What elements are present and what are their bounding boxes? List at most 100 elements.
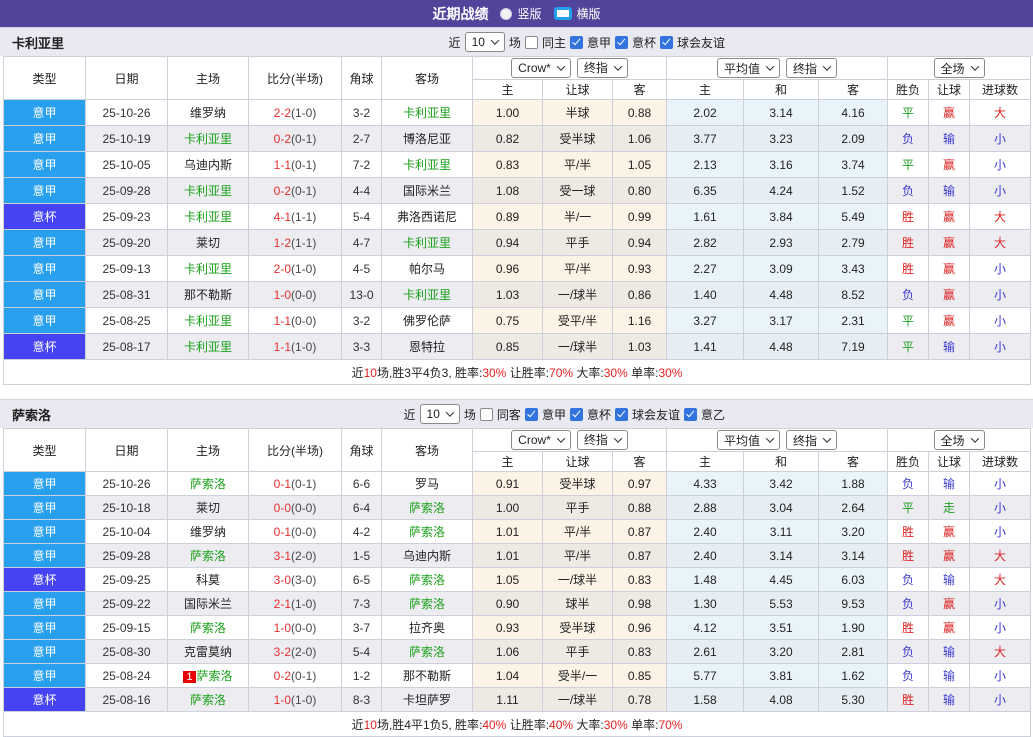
same-side-checkbox[interactable] (480, 408, 493, 421)
avg-source-select[interactable]: 平均值 (717, 58, 780, 78)
home-team-name[interactable]: 卡利亚里 (184, 184, 232, 198)
home-team-name[interactable]: 克雷莫纳 (184, 645, 232, 659)
avg-source-select[interactable]: 平均值 (717, 430, 780, 450)
avg-home: 1.30 (667, 592, 744, 616)
away-team-name[interactable]: 博洛尼亚 (403, 132, 451, 146)
home-team-name[interactable]: 维罗纳 (190, 525, 226, 539)
corner-score: 3-2 (342, 308, 382, 334)
summary-part: 近 (352, 718, 364, 732)
away-team-name[interactable]: 萨索洛 (409, 573, 445, 587)
away-team-name[interactable]: 罗马 (415, 477, 439, 491)
layout-radio-horizontal[interactable]: 横版 (554, 5, 601, 22)
avg-source-select-value: 平均值 (724, 60, 760, 77)
home-team-name[interactable]: 萨索洛 (190, 477, 226, 491)
away-team-name[interactable]: 拉齐奥 (409, 621, 445, 635)
summary-part: 大率: (573, 718, 604, 732)
vertical-layout-label[interactable]: 竖版 (517, 5, 541, 22)
subcolumn-header: 让球 (543, 452, 613, 472)
summary-part: 10 (364, 366, 377, 380)
league-type-cell: 意甲 (4, 256, 86, 282)
odds-time-select[interactable]: 终指 (577, 58, 628, 78)
score-cell: 3-0(3-0) (249, 568, 342, 592)
away-team-name[interactable]: 卡坦萨罗 (403, 693, 451, 707)
odds-home: 1.01 (473, 520, 543, 544)
away-team-name[interactable]: 萨索洛 (409, 597, 445, 611)
same-side-checkbox[interactable] (525, 36, 538, 49)
home-team-name[interactable]: 科莫 (196, 573, 220, 587)
away-team-name[interactable]: 萨索洛 (409, 645, 445, 659)
league-filter-checkbox[interactable] (570, 36, 583, 49)
avg-time-select[interactable]: 终指 (786, 430, 837, 450)
odds-source-select[interactable]: Crow* (511, 430, 571, 450)
odds-source-select[interactable]: Crow* (511, 58, 571, 78)
away-team-cell: 萨索洛 (382, 568, 473, 592)
away-team-cell: 萨索洛 (382, 640, 473, 664)
games-count-select[interactable]: 10 (420, 404, 460, 424)
away-team-name[interactable]: 卡利亚里 (403, 288, 451, 302)
home-team-name[interactable]: 乌迪内斯 (184, 158, 232, 172)
avg-draw: 3.84 (744, 204, 819, 230)
subcolumn-header: 进球数 (970, 452, 1031, 472)
chevron-down-icon (491, 36, 499, 44)
away-team-name[interactable]: 弗洛西诺尼 (397, 210, 457, 224)
home-team-name[interactable]: 卡利亚里 (184, 262, 232, 276)
league-filter-checkbox[interactable] (570, 408, 583, 421)
away-team-name[interactable]: 卡利亚里 (403, 236, 451, 250)
chevron-down-icon (446, 408, 454, 416)
league-filter-checkbox[interactable] (684, 408, 697, 421)
column-header: 角球 (342, 429, 382, 472)
avg-time-select[interactable]: 终指 (786, 58, 837, 78)
home-team-name[interactable]: 卡利亚里 (184, 314, 232, 328)
radio-selected-icon[interactable] (554, 7, 572, 20)
home-team-name[interactable]: 那不勒斯 (184, 288, 232, 302)
league-filter-checkbox[interactable] (525, 408, 538, 421)
away-team-name[interactable]: 恩特拉 (409, 340, 445, 354)
away-team-name[interactable]: 卡利亚里 (403, 158, 451, 172)
games-count-select-value: 10 (427, 407, 440, 421)
home-team-name[interactable]: 萨索洛 (190, 621, 226, 635)
home-team-name[interactable]: 萨索洛 (190, 549, 226, 563)
home-team-name[interactable]: 莱切 (196, 236, 220, 250)
away-team-name[interactable]: 乌迪内斯 (403, 549, 451, 563)
match-date: 25-10-04 (86, 520, 168, 544)
odds-home: 0.89 (473, 204, 543, 230)
home-team-cell: 莱切 (168, 496, 249, 520)
away-team-name[interactable]: 卡利亚里 (403, 106, 451, 120)
radio-unselected-icon[interactable] (500, 8, 512, 20)
home-team-name[interactable]: 萨索洛 (190, 693, 226, 707)
league-filter-checkbox[interactable] (660, 36, 673, 49)
filter-bar: 近10场同客意甲意杯球会友谊意乙 (404, 404, 725, 424)
games-count-select[interactable]: 10 (465, 32, 505, 52)
home-team-name[interactable]: 国际米兰 (184, 597, 232, 611)
away-team-cell: 罗马 (382, 472, 473, 496)
home-team-name[interactable]: 卡利亚里 (184, 132, 232, 146)
away-team-name[interactable]: 萨索洛 (409, 525, 445, 539)
odds-away: 0.80 (613, 178, 667, 204)
scope-select[interactable]: 全场 (934, 58, 985, 78)
column-header: 客场 (382, 429, 473, 472)
away-team-name[interactable]: 萨索洛 (409, 501, 445, 515)
away-team-name[interactable]: 国际米兰 (403, 184, 451, 198)
layout-radio-vertical[interactable]: 竖版 (500, 5, 541, 22)
home-team-name[interactable]: 萨索洛 (197, 669, 233, 683)
league-filter-checkbox[interactable] (615, 408, 628, 421)
score-cell: 0-2(0-1) (249, 126, 342, 152)
odds-time-select[interactable]: 终指 (577, 430, 628, 450)
home-team-name[interactable]: 莱切 (196, 501, 220, 515)
home-team-name[interactable]: 卡利亚里 (184, 210, 232, 224)
match-date: 25-10-18 (86, 496, 168, 520)
halftime-score: (1-0) (291, 106, 316, 120)
away-team-name[interactable]: 帕尔马 (409, 262, 445, 276)
avg-home: 4.12 (667, 616, 744, 640)
home-team-name[interactable]: 卡利亚里 (184, 340, 232, 354)
league-filter-checkbox[interactable] (615, 36, 628, 49)
home-team-name[interactable]: 维罗纳 (190, 106, 226, 120)
scope-select[interactable]: 全场 (934, 430, 985, 450)
league-type-cell: 意杯 (4, 204, 86, 230)
horizontal-layout-label[interactable]: 横版 (577, 5, 601, 22)
away-team-name[interactable]: 那不勒斯 (403, 669, 451, 683)
odds-away: 0.83 (613, 640, 667, 664)
score-cell: 1-0(0-0) (249, 282, 342, 308)
away-team-name[interactable]: 佛罗伦萨 (403, 314, 451, 328)
score-cell: 1-1(0-0) (249, 308, 342, 334)
